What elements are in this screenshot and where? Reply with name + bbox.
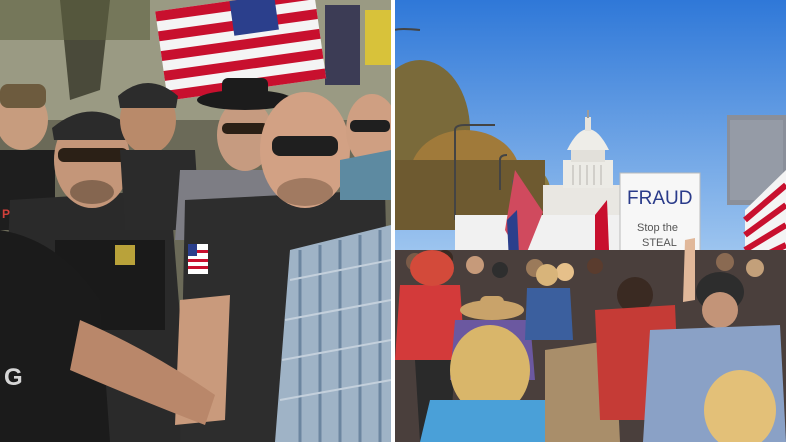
sign-line-1: FRAUD — [627, 188, 692, 209]
person-plaid-shirt — [275, 225, 391, 442]
sunglasses — [58, 148, 128, 162]
sign-line-2: Stop the — [637, 222, 678, 234]
right-photo-panel: FRAUD Stop the STEAL — [395, 0, 786, 442]
sunglasses — [222, 123, 268, 134]
sunglasses — [272, 136, 338, 156]
vest-patch — [115, 245, 135, 265]
sign-line-3: STEAL — [642, 237, 677, 249]
left-photo-scene: PEEKER — [0, 0, 391, 442]
background-sign — [365, 10, 391, 65]
shirt-letter: G — [4, 364, 23, 391]
raised-arm — [683, 238, 695, 302]
red-cap — [410, 250, 454, 286]
left-photo-panel: PEEKER — [0, 0, 391, 442]
right-photo-scene: FRAUD Stop the STEAL — [395, 0, 786, 442]
background-sign — [325, 5, 360, 85]
